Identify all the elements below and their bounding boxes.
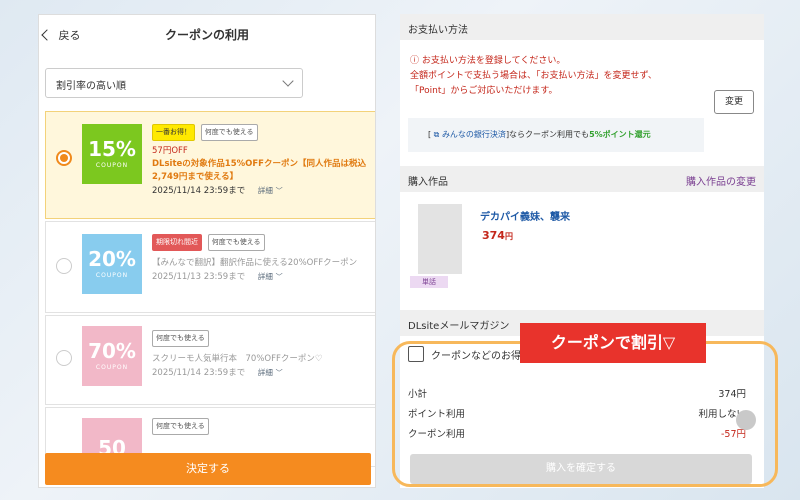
coupon-thumb-label: COUPON — [95, 272, 129, 279]
coupon-item[interactable]: 15% COUPON 一番お得！ 何度でも使える 57円OFF DLsiteの対… — [45, 111, 375, 219]
payment-warning: ⓘ お支払い方法を登録してください。 全額ポイントで支払う場合は、「お支払い方法… — [410, 54, 657, 99]
coupon-detail-link[interactable]: 詳細 — [258, 368, 273, 377]
coupon-text: 何度でも使える — [152, 418, 375, 435]
badge-reusable: 何度でも使える — [200, 124, 258, 141]
coupon-item[interactable]: 20% COUPON 期限切れ間近 何度でも使える 【みんなで翻訳】翻訳作品に使… — [45, 221, 375, 313]
bank-mid: ]ならクーポン利用でも — [505, 130, 590, 139]
product-thumbnail[interactable] — [418, 204, 462, 274]
warning-line: 全額ポイントで支払う場合は、「お支払い方法」を変更せず、 — [410, 71, 657, 81]
coupon-item[interactable]: 70% COUPON 何度でも使える スクリーモ人気単行本 70%OFFクーポン… — [45, 315, 375, 405]
product-title[interactable]: デカパイ義妹、襲来 — [480, 208, 570, 223]
coupon-name: 【みんなで翻訳】翻訳作品に使える20%OFFクーポン — [152, 258, 358, 268]
badge-reusable: 何度でも使える — [152, 330, 209, 347]
chevron-down-icon: ﹀ — [275, 187, 283, 195]
coupon-header: 戻る クーポンの利用 — [39, 15, 375, 55]
bank-link[interactable]: みんなの銀行決済 — [442, 130, 506, 139]
coupon-date: 2025/11/13 23:59まで — [152, 272, 246, 282]
products-section-header: 購入作品 購入作品の変更 — [400, 166, 764, 192]
external-link-icon: ⧉ — [433, 130, 440, 139]
coupon-thumb-percent: 15% — [88, 137, 136, 161]
badge-reusable: 何度でも使える — [152, 418, 209, 435]
coupon-badges: 何度でも使える — [152, 330, 375, 347]
coupon-radio[interactable] — [56, 150, 72, 166]
submit-button[interactable]: 決定する — [45, 453, 371, 485]
coupon-thumb-percent: 20% — [88, 247, 136, 271]
coupon-text: 一番お得！ 何度でも使える 57円OFF DLsiteの対象作品15%OFFクー… — [152, 124, 375, 198]
coupon-expiry: 2025/11/14 23:59まで 詳細 ﹀ — [152, 366, 375, 380]
coupon-thumb-percent: 70% — [88, 339, 136, 363]
coupon-detail-link[interactable]: 詳細 — [258, 186, 273, 195]
coupon-name: DLsiteの対象作品15%OFFクーポン【同人作品は税込 — [152, 159, 366, 169]
bank-highlight: 5%ポイント還元 — [589, 130, 651, 139]
coupon-text: 期限切れ間近 何度でも使える 【みんなで翻訳】翻訳作品に使える20%OFFクーポ… — [152, 234, 375, 284]
product-price-unit: 円 — [504, 232, 513, 241]
scroll-button[interactable] — [736, 410, 756, 430]
callout-label: クーポンで割引▽ — [520, 323, 706, 363]
chevron-down-icon: ﹀ — [275, 369, 283, 377]
chevron-down-icon — [282, 75, 294, 87]
products-header-label: 購入作品 — [408, 177, 448, 188]
coupon-thumbnail: 20% COUPON — [82, 234, 142, 294]
badge-reusable: 何度でも使える — [207, 234, 265, 251]
coupon-badges: 期限切れ間近 何度でも使える — [152, 234, 375, 251]
newsletter-header-label: DLsiteメールマガジン — [408, 321, 510, 332]
coupon-expiry: 2025/11/14 23:59まで 詳細 ﹀ — [152, 184, 375, 198]
coupon-discount: 57円OFF — [152, 146, 188, 156]
coupon-date: 2025/11/14 23:59まで — [152, 368, 246, 378]
product-price-value: 374 — [482, 229, 505, 242]
coupon-text: 何度でも使える スクリーモ人気単行本 70%OFFクーポン♡ 2025/11/1… — [152, 330, 375, 380]
product-price: 374円 — [482, 229, 513, 242]
warning-line: 「Point」からご対応いただけます。 — [410, 86, 558, 96]
product-type-tag: 単話 — [410, 276, 448, 288]
coupon-detail-link[interactable]: 詳細 — [258, 272, 273, 281]
payment-header-label: お支払い方法 — [408, 25, 468, 36]
sort-value: 割引率の高い順 — [56, 81, 126, 92]
change-payment-button[interactable]: 変更 — [714, 90, 754, 114]
page-title: クーポンの利用 — [164, 28, 249, 42]
coupon-thumb-label: COUPON — [95, 162, 129, 169]
coupon-badges: 一番お得！ 何度でも使える — [152, 124, 375, 141]
coupon-thumbnail: 15% COUPON — [82, 124, 142, 184]
coupon-expiry: 2025/11/13 23:59まで 詳細 ﹀ — [152, 270, 375, 284]
bank-prefix: [ — [428, 130, 432, 139]
payment-section-header: お支払い方法 — [400, 14, 764, 40]
change-products-link[interactable]: 購入作品の変更 — [686, 173, 756, 188]
badge-expiring: 期限切れ間近 — [152, 234, 202, 251]
coupon-radio[interactable] — [56, 350, 72, 366]
bank-promo: [ ⧉ みんなの銀行決済]ならクーポン利用でも5%ポイント還元 — [408, 118, 704, 152]
coupon-name-cont: 2,749円まで使える】 — [152, 172, 239, 182]
coupon-thumb-label: COUPON — [95, 364, 129, 371]
coupon-thumbnail: 70% COUPON — [82, 326, 142, 386]
coupon-panel: 戻る クーポンの利用 割引率の高い順 15% COUPON 一番お得！ 何度でも… — [38, 14, 376, 488]
badge-best: 一番お得！ — [152, 124, 195, 141]
coupon-date: 2025/11/14 23:59まで — [152, 186, 246, 196]
sort-select[interactable]: 割引率の高い順 — [45, 68, 303, 98]
warning-text: お支払い方法を登録してください。 — [421, 56, 566, 66]
coupon-radio[interactable] — [56, 258, 72, 274]
chevron-down-icon: ﹀ — [275, 273, 283, 281]
warning-line: ⓘ お支払い方法を登録してください。 — [410, 54, 657, 69]
warning-icon: ⓘ — [410, 56, 422, 66]
coupon-name: スクリーモ人気単行本 70%OFFクーポン♡ — [152, 354, 323, 364]
